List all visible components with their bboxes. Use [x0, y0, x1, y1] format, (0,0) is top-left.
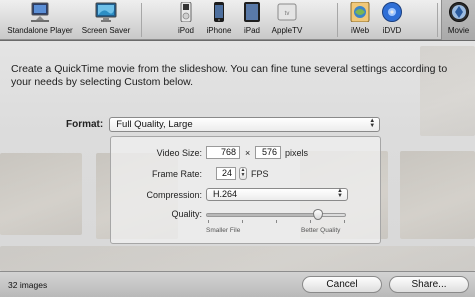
toolbar-label: Standalone Player [7, 26, 73, 35]
better-quality-label: Better Quality [301, 227, 341, 234]
frame-rate-label: Frame Rate: [151, 169, 202, 179]
toolbar-item-iweb[interactable]: iWeb [346, 1, 374, 38]
iweb-icon [349, 1, 371, 23]
toolbar-separator [337, 3, 338, 37]
times-symbol: × [245, 148, 251, 158]
screen-saver-icon [95, 2, 117, 22]
ipod-icon [175, 1, 197, 23]
footer-bar: 32 images Cancel Share... [0, 271, 475, 297]
toolbar-item-appletv[interactable]: tv AppleTV [268, 2, 306, 38]
toolbar: Standalone Player Screen Saver iPod iPho… [0, 0, 475, 40]
svg-text:tv: tv [285, 11, 290, 17]
quality-slider-knob[interactable] [313, 209, 323, 220]
description-text: Create a QuickTime movie from the slides… [11, 63, 448, 88]
popup-arrows-icon: ▲ ▼ [337, 188, 343, 199]
toolbar-item-ipad[interactable]: iPad [240, 2, 264, 38]
toolbar-label: iDVD [382, 26, 402, 35]
ipad-icon [241, 2, 263, 22]
compression-value: H.264 [213, 189, 238, 199]
toolbar-item-screen-saver[interactable]: Screen Saver [80, 2, 132, 38]
slider-tick [208, 220, 209, 223]
slider-tick [310, 220, 311, 223]
pixels-label: pixels [285, 148, 309, 158]
toolbar-label: iWeb [350, 26, 370, 35]
toolbar-label: Movie [447, 26, 470, 35]
appletv-icon: tv [276, 2, 298, 22]
quality-slider-fill [207, 214, 318, 216]
background-thumbnail [400, 151, 475, 239]
movie-icon [448, 2, 470, 22]
toolbar-label: iPod [177, 26, 194, 35]
frame-rate-field[interactable]: 24 [216, 167, 236, 180]
background-thumbnail [420, 46, 475, 136]
video-width-field[interactable]: 768 [206, 146, 240, 159]
toolbar-separator [141, 3, 142, 37]
fps-label: FPS [251, 169, 269, 179]
format-label: Format: [66, 118, 104, 130]
toolbar-label: Screen Saver [81, 26, 131, 35]
export-panel: Create a QuickTime movie from the slides… [0, 41, 475, 271]
popup-arrows-icon: ▲ ▼ [369, 117, 376, 129]
custom-settings-box: Video Size: 768 × 576 pixels Frame Rate:… [110, 136, 381, 244]
toolbar-item-standalone-player[interactable]: Standalone Player [4, 2, 76, 38]
format-row: Format: Full Quality, Large ▲ ▼ [66, 116, 381, 132]
share-button[interactable]: Share... [389, 276, 469, 293]
toolbar-separator [437, 3, 438, 37]
smaller-file-label: Smaller File [206, 227, 241, 234]
idvd-icon [381, 2, 403, 22]
frame-rate-stepper[interactable]: ▲ ▼ [239, 167, 247, 180]
slider-tick [276, 220, 277, 223]
toolbar-item-idvd[interactable]: iDVD [378, 2, 406, 38]
quality-slider-track[interactable] [206, 213, 346, 217]
format-value: Full Quality, Large [116, 118, 193, 130]
toolbar-label: iPad [243, 26, 260, 35]
quality-label: Quality: [171, 209, 202, 219]
video-height-field[interactable]: 576 [255, 146, 281, 159]
toolbar-label: iPhone [206, 26, 232, 35]
video-size-label: Video Size: [156, 148, 202, 158]
slider-tick [242, 220, 243, 223]
toolbar-item-movie[interactable]: Movie [441, 0, 475, 40]
toolbar-item-iphone[interactable]: iPhone [204, 2, 234, 38]
background-thumbnail [0, 246, 475, 271]
format-popup[interactable]: Full Quality, Large ▲ ▼ [109, 116, 381, 132]
image-count: 32 images [8, 280, 48, 290]
toolbar-label: AppleTV [271, 26, 303, 35]
toolbar-item-ipod[interactable]: iPod [172, 1, 200, 38]
cancel-button[interactable]: Cancel [302, 276, 382, 293]
slider-tick [344, 220, 345, 223]
iphone-icon [208, 2, 230, 22]
background-thumbnail [0, 153, 82, 235]
compression-popup[interactable]: H.264 ▲ ▼ [206, 188, 348, 201]
compression-label: Compression: [146, 190, 202, 200]
standalone-player-icon [29, 2, 51, 22]
